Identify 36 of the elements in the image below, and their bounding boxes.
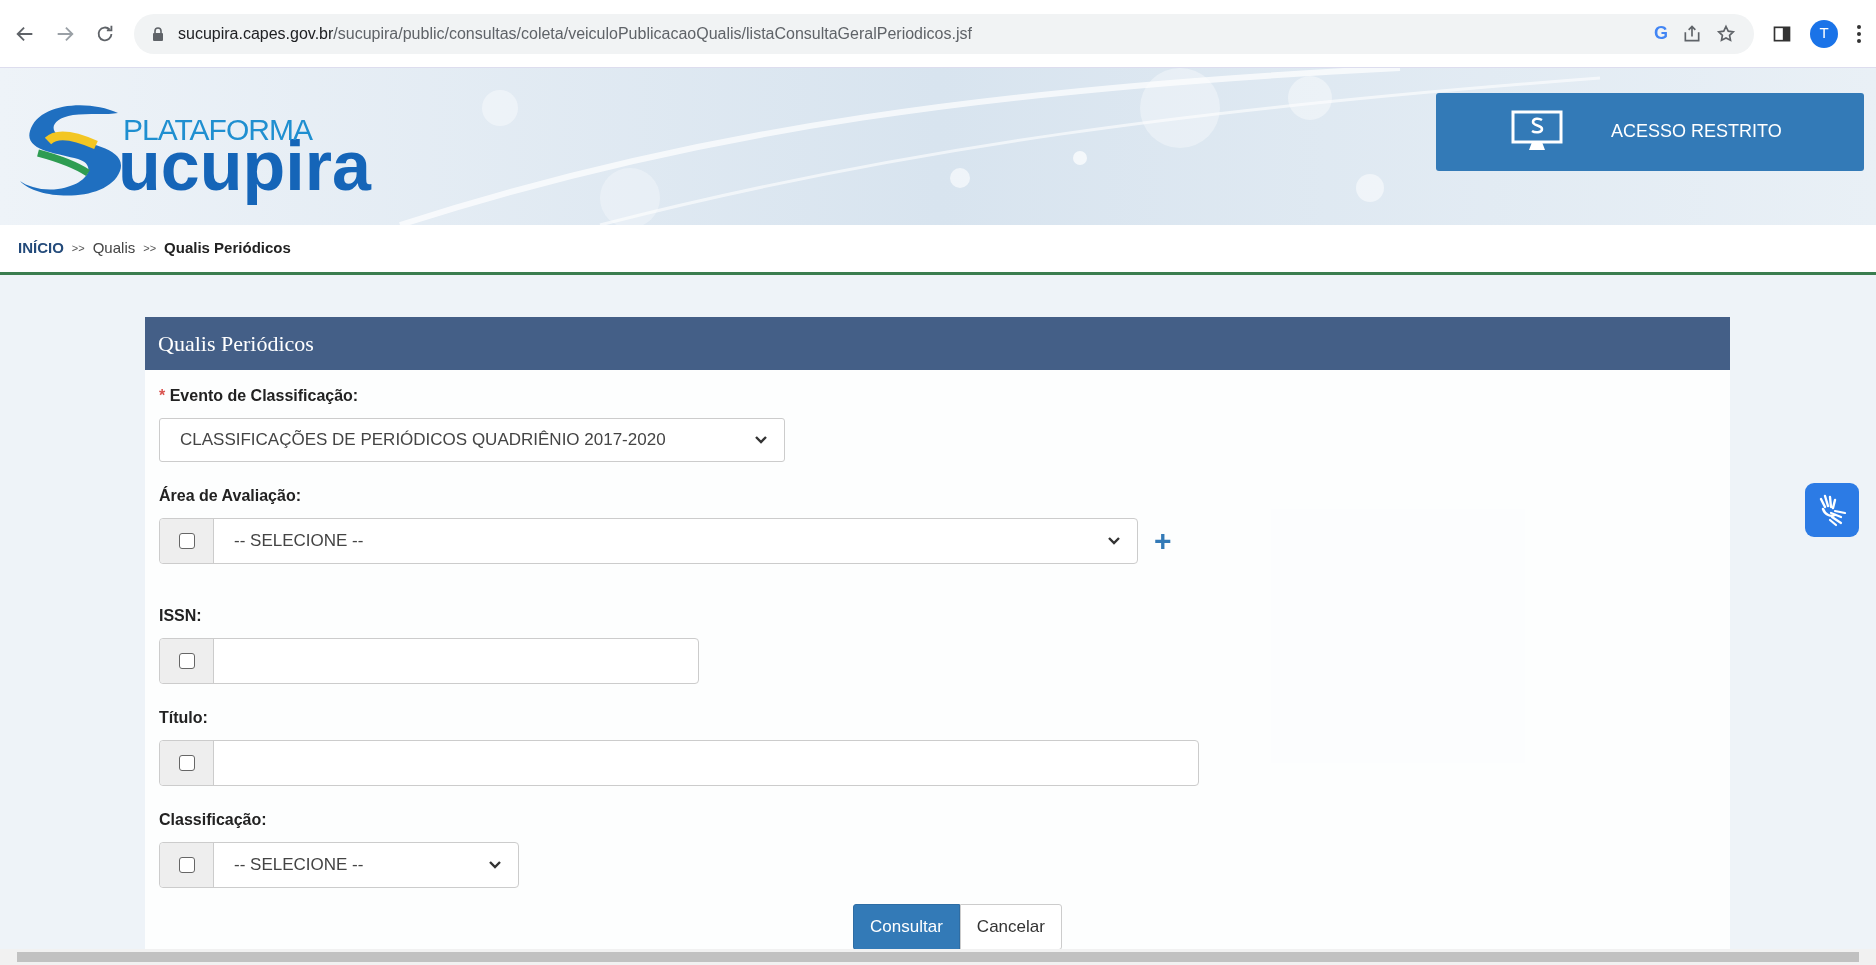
breadcrumb-link[interactable]: INÍCIO <box>18 237 64 260</box>
field-label: Área de Avaliação: <box>159 485 302 506</box>
field-label: * Evento de Classificação: <box>159 386 360 406</box>
input-field[interactable] <box>159 638 699 684</box>
share-icon[interactable] <box>1682 23 1702 44</box>
checkbox[interactable] <box>178 755 195 771</box>
input-field[interactable] <box>159 740 1199 786</box>
star-icon[interactable] <box>1716 23 1736 44</box>
breadcrumb-item: Qualis <box>92 238 136 259</box>
breadcrumb-current: Qualis Periódicos <box>164 238 291 259</box>
checkbox[interactable] <box>178 533 195 549</box>
menu-icon[interactable] <box>1856 23 1862 44</box>
caret-icon <box>488 860 502 870</box>
accessibility-button[interactable] <box>1805 483 1859 537</box>
field-label: Título: <box>159 708 209 728</box>
search-button[interactable]: Consultar <box>853 904 960 950</box>
restricted-access-button[interactable]: ACESSO RESTRITO <box>1436 92 1864 171</box>
caret-icon <box>754 435 768 445</box>
select-dropdown[interactable]: -- SELECIONE -- <box>159 518 1138 564</box>
breadcrumb-separator: >> <box>143 241 157 257</box>
field-label: Classificação: <box>159 810 268 830</box>
url-text: sucupira.capes.gov.br/sucupira/public/consultas/coleta/veiculoPublicacaoQualis/listaConsultaGeralPeriodicos.jsf <box>178 23 973 44</box>
checkbox[interactable] <box>178 653 195 669</box>
add-button[interactable]: + <box>1154 526 1172 556</box>
cancel-button[interactable]: Cancelar <box>959 904 1062 950</box>
horizontal-scrollbar[interactable] <box>0 949 1876 965</box>
checkbox[interactable] <box>178 857 195 873</box>
select-dropdown[interactable]: -- SELECIONE -- <box>159 842 519 888</box>
caret-icon <box>1107 536 1121 546</box>
select-dropdown[interactable]: CLASSIFICAÇÕES DE PERIÓDICOS QUADRIÊNIO 2017-2020 <box>159 418 785 462</box>
lock-icon <box>152 26 164 41</box>
profile-avatar[interactable]: T <box>1810 19 1838 48</box>
panel-heading: Qualis Periódicos <box>145 317 1730 370</box>
address-bar[interactable]: sucupira.capes.gov.br/sucupira/public/consultas/coleta/veiculoPublicacaoQualis/listaConsultaGeralPeriodicos.jsf G <box>134 13 1754 54</box>
breadcrumb-separator: >> <box>71 241 85 257</box>
field-label: ISSN: <box>159 606 203 626</box>
